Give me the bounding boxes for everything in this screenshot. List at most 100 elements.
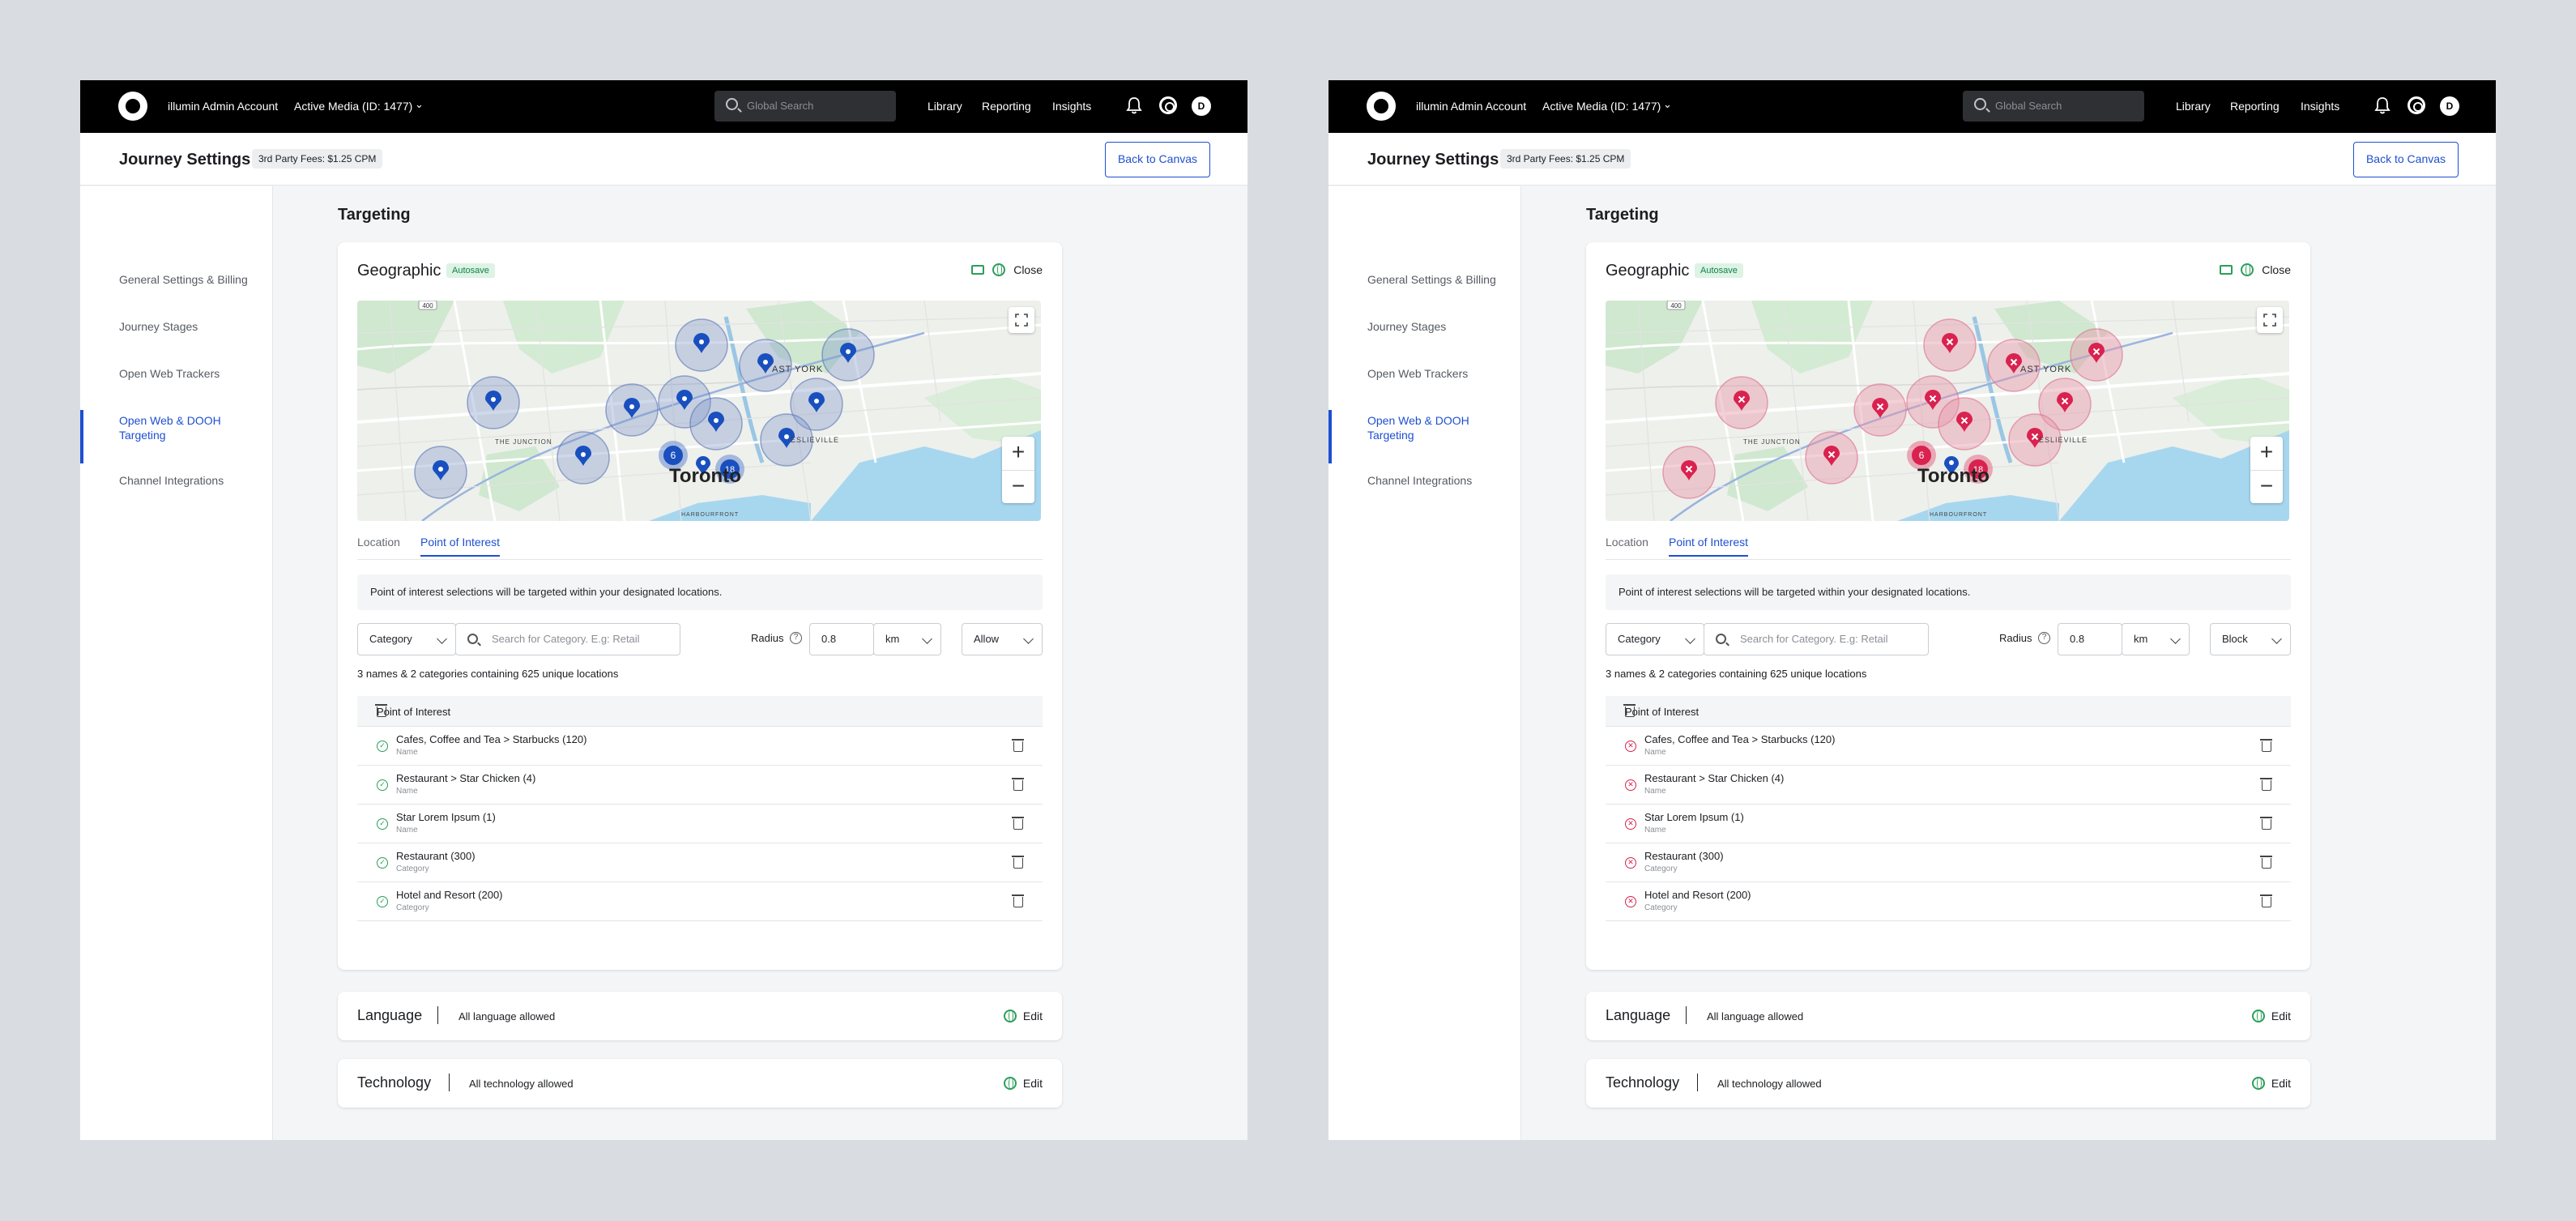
delete-all-icon[interactable] xyxy=(1623,704,1636,717)
close-control[interactable]: Close xyxy=(971,263,1043,276)
tab-point-of-interest[interactable]: Point of Interest xyxy=(420,536,501,557)
delete-row-icon[interactable] xyxy=(1012,778,1024,791)
bell-icon[interactable] xyxy=(2374,96,2390,114)
nav-insights[interactable]: Insights xyxy=(2301,100,2339,113)
geo-tabs: Location Point of Interest xyxy=(357,536,1043,560)
delete-row-icon[interactable] xyxy=(1012,817,1024,830)
poi-type: Name xyxy=(396,787,418,796)
media-selector[interactable]: Active Media (ID: 1477) xyxy=(1542,100,1661,113)
gear-icon[interactable] xyxy=(1159,96,1177,114)
zoom-in-button[interactable]: + xyxy=(2250,437,2283,469)
nav-reporting[interactable]: Reporting xyxy=(982,100,1031,113)
help-icon[interactable]: ? xyxy=(790,632,802,644)
gear-icon[interactable] xyxy=(2408,96,2425,114)
global-search-input[interactable]: Global Search xyxy=(1963,91,2144,122)
poi-type: Category xyxy=(396,903,429,912)
avatar[interactable]: D xyxy=(1192,96,1211,116)
poi-row: ✓ Restaurant > Star Chicken (4) Name xyxy=(357,766,1043,805)
sidebar-item-channels[interactable]: Channel Integrations xyxy=(1367,473,1509,488)
language-card: Language All language allowed Edit xyxy=(338,992,1062,1040)
nav-insights[interactable]: Insights xyxy=(1052,100,1091,113)
delete-row-icon[interactable] xyxy=(2260,856,2272,869)
category-select[interactable]: Category xyxy=(357,623,456,655)
nav-library[interactable]: Library xyxy=(928,100,962,113)
sidebar-item-targeting[interactable]: Open Web & DOOH Targeting xyxy=(1367,413,1509,442)
close-label[interactable]: Close xyxy=(1013,263,1043,276)
media-selector[interactable]: Active Media (ID: 1477) xyxy=(294,100,412,113)
chevron-down-icon[interactable]: ⌄ xyxy=(1663,98,1672,111)
edit-technology-button[interactable]: Edit xyxy=(1003,1077,1043,1090)
delete-row-icon[interactable] xyxy=(1012,856,1024,869)
logo[interactable] xyxy=(1367,92,1396,121)
delete-row-icon[interactable] xyxy=(2260,817,2272,830)
nav-reporting[interactable]: Reporting xyxy=(2230,100,2280,113)
close-control[interactable]: Close xyxy=(2220,263,2291,276)
sidebar-item-trackers[interactable]: Open Web Trackers xyxy=(1367,366,1509,381)
delete-all-icon[interactable] xyxy=(375,704,387,717)
poi-name: Restaurant (300) xyxy=(396,850,476,862)
map[interactable]: 6 18 400 AST YORK THE JUNCTION ESLIEVILLE… xyxy=(1606,301,2289,521)
sidebar-item-general[interactable]: General Settings & Billing xyxy=(119,272,261,287)
allow-block-select[interactable]: Allow xyxy=(962,623,1043,655)
transit-icon xyxy=(2220,265,2233,275)
back-to-canvas-button[interactable]: Back to Canvas xyxy=(1105,142,1210,177)
sidebar-item-trackers[interactable]: Open Web Trackers xyxy=(119,366,261,381)
map-canvas[interactable]: 618 400 AST YORK THE JUNCTION ESLIEVILLE… xyxy=(357,301,1041,521)
close-label[interactable]: Close xyxy=(2262,263,2291,276)
poi-row: ✓ Hotel and Resort (200) Category xyxy=(357,882,1043,921)
map[interactable]: 6 18 400 AST YORK THE JUNCTION ESLIEVILLE… xyxy=(357,301,1041,521)
delete-row-icon[interactable] xyxy=(2260,894,2272,907)
fullscreen-button[interactable] xyxy=(1009,307,1034,333)
poi-search-input[interactable]: Search for Category. E.g: Retail xyxy=(455,623,680,655)
unit-select[interactable]: km xyxy=(873,623,941,655)
sidebar-item-stages[interactable]: Journey Stages xyxy=(119,319,261,334)
delete-row-icon[interactable] xyxy=(2260,739,2272,752)
language-value: All language allowed xyxy=(458,1010,556,1022)
category-select[interactable]: Category xyxy=(1606,623,1704,655)
sidebar-item-stages[interactable]: Journey Stages xyxy=(1367,319,1509,334)
poi-type: Category xyxy=(1644,903,1678,912)
poi-search-input[interactable]: Search for Category. E.g: Retail xyxy=(1704,623,1929,655)
unit-select[interactable]: km xyxy=(2122,623,2190,655)
unit-value: km xyxy=(885,633,900,645)
delete-row-icon[interactable] xyxy=(2260,778,2272,791)
selection-summary: 3 names & 2 categories containing 625 un… xyxy=(357,668,619,680)
map-canvas[interactable]: 618 400 AST YORK THE JUNCTION ESLIEVILLE… xyxy=(1606,301,2289,521)
sidebar-item-channels[interactable]: Channel Integrations xyxy=(119,473,261,488)
allow-block-select[interactable]: Block xyxy=(2210,623,2291,655)
tab-location[interactable]: Location xyxy=(357,536,400,555)
logo[interactable] xyxy=(118,92,147,121)
sidebar-item-targeting[interactable]: Open Web & DOOH Targeting xyxy=(119,413,261,442)
delete-row-icon[interactable] xyxy=(1012,894,1024,907)
zoom-out-button[interactable]: − xyxy=(2250,470,2283,502)
zoom-in-button[interactable]: + xyxy=(1002,437,1034,469)
search-icon xyxy=(726,98,738,110)
global-search-input[interactable]: Global Search xyxy=(714,91,896,122)
delete-row-icon[interactable] xyxy=(1012,739,1024,752)
cluster-count: 6 xyxy=(1919,450,1925,461)
page-header: Journey Settings 3rd Party Fees: $1.25 C… xyxy=(80,133,1247,186)
tab-location[interactable]: Location xyxy=(1606,536,1648,555)
chevron-down-icon[interactable]: ⌄ xyxy=(415,98,424,111)
avatar[interactable]: D xyxy=(2440,96,2459,116)
technology-value: All technology allowed xyxy=(1717,1078,1822,1090)
radius-input[interactable]: 0.8 xyxy=(2058,623,2122,655)
unit-value: km xyxy=(2134,633,2148,645)
back-to-canvas-button[interactable]: Back to Canvas xyxy=(2353,142,2459,177)
globe-icon xyxy=(2251,1010,2265,1022)
edit-technology-button[interactable]: Edit xyxy=(2251,1077,2291,1090)
poi-row: ✓ Restaurant (300) Category xyxy=(357,843,1043,882)
edit-language-button[interactable]: Edit xyxy=(1003,1010,1043,1022)
edit-language-button[interactable]: Edit xyxy=(2251,1010,2291,1022)
nav-library[interactable]: Library xyxy=(2176,100,2211,113)
help-icon[interactable]: ? xyxy=(2038,632,2050,644)
tab-point-of-interest[interactable]: Point of Interest xyxy=(1669,536,1749,557)
bell-icon[interactable] xyxy=(1126,96,1142,114)
autosave-badge: Autosave xyxy=(446,263,495,278)
divider xyxy=(1697,1074,1698,1091)
column-header: Point of Interest xyxy=(1625,706,1700,718)
radius-input[interactable]: 0.8 xyxy=(809,623,874,655)
sidebar-item-general[interactable]: General Settings & Billing xyxy=(1367,272,1509,287)
zoom-out-button[interactable]: − xyxy=(1002,470,1034,502)
fullscreen-button[interactable] xyxy=(2257,307,2283,333)
